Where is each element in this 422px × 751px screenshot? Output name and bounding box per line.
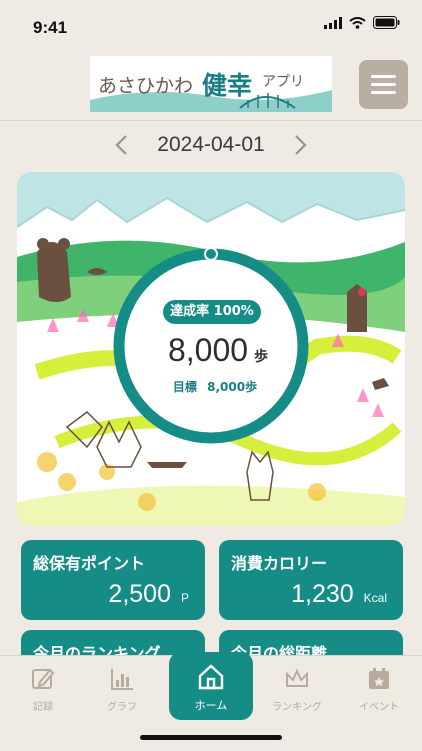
tab-label: ホーム <box>194 699 228 712</box>
calories-unit: Kcal <box>363 591 387 605</box>
app-logo: あさひかわ 健幸 アプリ <box>90 56 332 112</box>
step-count-value: 8,000 <box>167 332 249 368</box>
points-unit: P <box>180 591 189 605</box>
points-value: 2,500 <box>108 580 171 608</box>
wifi-icon <box>349 16 366 29</box>
step-goal: 目標 8,000歩 <box>140 378 290 395</box>
tab-label: ランキング <box>272 702 322 713</box>
crown-icon <box>286 668 308 687</box>
card-title: 消費カロリー <box>231 554 328 573</box>
tab-ranking[interactable]: ランキング <box>262 666 332 713</box>
tab-home[interactable]: ホーム <box>169 652 253 720</box>
date-navigator: 2024-04-01 <box>0 128 422 164</box>
step-count-unit: 歩 <box>254 349 269 365</box>
card-value: 2,500 P <box>108 580 189 609</box>
calories-value: 1,230 <box>291 580 354 608</box>
tab-event[interactable]: イベント <box>344 666 414 713</box>
status-time: 9:41 <box>33 18 68 37</box>
current-date: 2024-04-01 <box>157 133 265 156</box>
bar-chart-icon <box>111 669 133 690</box>
cellular-signal-icon <box>324 16 342 29</box>
card-title: 総保有ポイント <box>33 554 146 573</box>
pencil-icon <box>32 668 55 689</box>
menu-icon-line <box>371 75 396 78</box>
chevron-right-icon[interactable] <box>289 132 311 158</box>
total-points-card[interactable]: 総保有ポイント 2,500 P <box>21 540 205 620</box>
tab-record[interactable]: 記録 <box>8 666 78 713</box>
goal-value: 8,000歩 <box>207 380 258 394</box>
achievement-rate-badge: 達成率 100% <box>163 300 261 324</box>
calories-card[interactable]: 消費カロリー 1,230 Kcal <box>219 540 403 620</box>
status-bar: 9:41 <box>0 0 422 50</box>
app-header: あさひかわ 健幸 アプリ <box>0 50 422 121</box>
battery-icon <box>373 16 400 29</box>
status-icons <box>324 16 400 29</box>
menu-icon-line <box>371 91 396 94</box>
tab-label: 記録 <box>33 702 53 713</box>
home-icon <box>198 664 224 690</box>
menu-icon-line <box>371 83 396 86</box>
svg-text:あさひかわ: あさひかわ <box>98 75 193 97</box>
step-count: 8,000 歩 <box>148 332 288 369</box>
home-indicator <box>140 735 282 740</box>
goal-label: 目標 <box>172 380 197 394</box>
menu-button[interactable] <box>359 60 408 109</box>
svg-text:健幸: 健幸 <box>202 71 252 100</box>
tab-label: イベント <box>359 702 399 713</box>
tab-graph[interactable]: グラフ <box>87 666 157 713</box>
svg-text:アプリ: アプリ <box>262 74 304 90</box>
tab-label: グラフ <box>107 702 137 713</box>
card-value: 1,230 Kcal <box>291 580 387 609</box>
calendar-icon <box>369 668 389 689</box>
